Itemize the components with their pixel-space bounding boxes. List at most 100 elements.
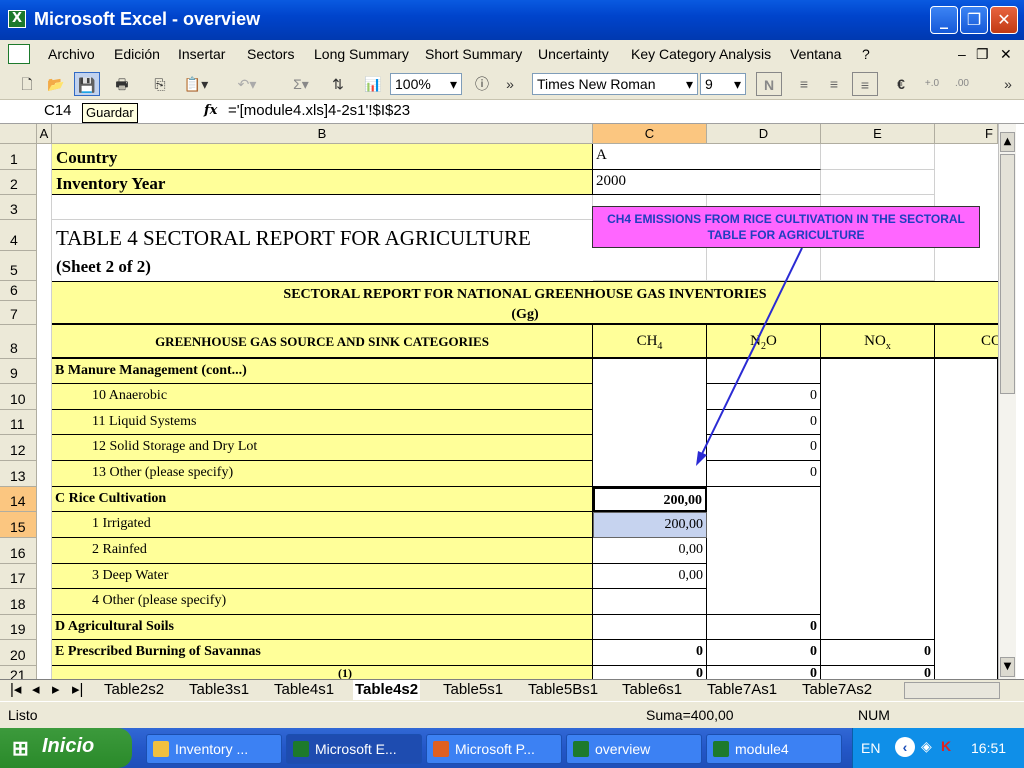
column-header-e[interactable]: E bbox=[821, 124, 935, 144]
close-button[interactable]: ✕ bbox=[990, 6, 1018, 34]
cell-c18[interactable] bbox=[593, 589, 707, 615]
cell-b13[interactable]: 13 Other (please specify) bbox=[52, 461, 593, 487]
align-right-icon[interactable]: ≡ bbox=[852, 72, 878, 96]
formula-input[interactable]: ='[module4.xls]4-2s1'!$I$23 bbox=[228, 102, 410, 119]
row-header[interactable]: 20 bbox=[0, 640, 37, 666]
row-header[interactable]: 12 bbox=[0, 435, 37, 461]
cell-b14[interactable]: C Rice Cultivation bbox=[52, 487, 593, 512]
menu-archivo[interactable]: Archivo bbox=[48, 46, 95, 62]
paste-icon[interactable]: 📋▾ bbox=[178, 72, 214, 96]
tab-table7as2[interactable]: Table7As2 bbox=[802, 680, 872, 700]
currency-icon[interactable]: € bbox=[890, 72, 912, 96]
new-icon[interactable]: 🗋 bbox=[16, 72, 38, 96]
doc-close-button[interactable]: ✕ bbox=[1000, 46, 1012, 63]
prev-sheet-icon[interactable]: ◂ bbox=[32, 680, 40, 700]
cell-d21[interactable]: 0 bbox=[707, 666, 821, 679]
horizontal-scrollbar[interactable] bbox=[904, 682, 1000, 699]
cell-b21[interactable]: (1) bbox=[52, 666, 593, 679]
menu-uncertainty[interactable]: Uncertainty bbox=[538, 46, 609, 62]
cell-c14-selected[interactable]: 200,00 bbox=[593, 487, 707, 512]
first-sheet-icon[interactable]: |◂ bbox=[10, 680, 21, 700]
menu-short-summary[interactable]: Short Summary bbox=[425, 46, 522, 62]
column-header-f[interactable]: F bbox=[935, 124, 998, 144]
help-icon[interactable]: ⓘ bbox=[470, 72, 494, 96]
row-header[interactable]: 16 bbox=[0, 538, 37, 564]
more-icon[interactable]: » bbox=[502, 72, 518, 96]
align-center-icon[interactable]: ≡ bbox=[822, 72, 846, 96]
cell-c21[interactable]: 0 bbox=[593, 666, 707, 679]
menu-help[interactable]: ? bbox=[862, 46, 870, 62]
row-header[interactable]: 5 bbox=[0, 251, 37, 281]
tab-table5bs1[interactable]: Table5Bs1 bbox=[528, 680, 598, 700]
column-header-b[interactable]: B bbox=[52, 124, 593, 144]
language-indicator[interactable]: EN bbox=[861, 740, 880, 756]
cell-b18[interactable]: 4 Other (please specify) bbox=[52, 589, 593, 615]
cell-c19[interactable] bbox=[593, 615, 707, 640]
cell-b11[interactable]: 11 Liquid Systems bbox=[52, 410, 593, 435]
column-a-cells[interactable] bbox=[37, 144, 52, 679]
row-header[interactable]: 3 bbox=[0, 195, 37, 220]
bold-icon[interactable]: N bbox=[756, 72, 782, 96]
cell-b16[interactable]: 2 Rainfed bbox=[52, 538, 593, 564]
tab-table6s1[interactable]: Table6s1 bbox=[622, 680, 682, 700]
task-microsoft-powerpoint[interactable]: Microsoft P... bbox=[426, 734, 562, 764]
antivirus-icon[interactable]: K bbox=[941, 738, 951, 754]
select-all-corner[interactable] bbox=[0, 124, 37, 144]
cell-b3[interactable] bbox=[52, 195, 593, 220]
row-header[interactable]: 21 bbox=[0, 666, 37, 679]
cell-e20[interactable]: 0 bbox=[821, 640, 935, 666]
cell-b4[interactable]: TABLE 4 SECTORAL REPORT FOR AGRICULTURE bbox=[52, 220, 593, 251]
menu-sectors[interactable]: Sectors bbox=[247, 46, 294, 62]
start-button[interactable]: ⊞ Inicio bbox=[0, 728, 132, 768]
tab-table4s2-active[interactable]: Table4s2 bbox=[353, 680, 421, 700]
row-header[interactable]: 11 bbox=[0, 410, 37, 435]
cell-b5[interactable]: (Sheet 2 of 2) bbox=[52, 251, 593, 281]
row-header[interactable]: 14 bbox=[0, 487, 37, 512]
cells-d14-d18[interactable] bbox=[707, 487, 821, 615]
font-size-select[interactable]: 9 ▾ bbox=[700, 73, 746, 95]
row-header[interactable]: 17 bbox=[0, 564, 37, 589]
cell-b17[interactable]: 3 Deep Water bbox=[52, 564, 593, 589]
row-header[interactable]: 8 bbox=[0, 325, 37, 359]
cell-b9[interactable]: B Manure Management (cont...) bbox=[52, 359, 593, 384]
task-overview[interactable]: overview bbox=[566, 734, 702, 764]
row-header[interactable]: 10 bbox=[0, 384, 37, 410]
maximize-button[interactable]: ❐ bbox=[960, 6, 988, 34]
scrollbar-thumb[interactable] bbox=[1000, 154, 1015, 394]
scroll-up-arrow-icon[interactable]: ▲ bbox=[1000, 132, 1015, 152]
save-icon[interactable]: 💾 bbox=[74, 72, 100, 96]
last-sheet-icon[interactable]: ▸| bbox=[72, 680, 83, 700]
excel-icon[interactable]: X bbox=[8, 10, 26, 28]
zoom-select[interactable]: 100% ▾ bbox=[390, 73, 462, 95]
cell-b10[interactable]: 10 Anaerobic bbox=[52, 384, 593, 410]
row-header[interactable]: 15 bbox=[0, 512, 37, 538]
column-header-a[interactable]: A bbox=[37, 124, 52, 144]
print-icon[interactable]: 🖶 bbox=[110, 72, 134, 96]
cell-c17[interactable]: 0,00 bbox=[593, 564, 707, 589]
undo-icon[interactable]: ↶▾ bbox=[230, 72, 264, 96]
column-header-c[interactable]: C bbox=[593, 124, 707, 144]
menu-long-summary[interactable]: Long Summary bbox=[314, 46, 409, 62]
cell-e1[interactable] bbox=[821, 144, 935, 170]
fx-icon[interactable]: fx bbox=[204, 103, 217, 118]
task-module4[interactable]: module4 bbox=[706, 734, 842, 764]
more-icon-2[interactable]: » bbox=[1000, 72, 1016, 96]
open-icon[interactable]: 📂 bbox=[44, 72, 68, 96]
increase-decimal-icon[interactable]: +.0 bbox=[918, 72, 946, 96]
cell-b8[interactable]: GREENHOUSE GAS SOURCE AND SINK CATEGORIE… bbox=[52, 325, 593, 359]
cell-b1[interactable]: Country bbox=[52, 144, 593, 170]
nox-header[interactable]: NOx bbox=[821, 325, 935, 359]
row-header[interactable]: 1 bbox=[0, 144, 37, 170]
row-header[interactable]: 4 bbox=[0, 220, 37, 251]
decrease-decimal-icon[interactable]: .00 bbox=[948, 72, 976, 96]
next-sheet-icon[interactable]: ▸ bbox=[52, 680, 60, 700]
minimize-button[interactable]: _ bbox=[930, 6, 958, 34]
cell-c2[interactable]: 2000 bbox=[593, 170, 821, 195]
cell-c1[interactable]: A bbox=[593, 144, 821, 170]
task-inventory[interactable]: Inventory ... bbox=[146, 734, 282, 764]
cell-d20[interactable]: 0 bbox=[707, 640, 821, 666]
menu-key-category-analysis[interactable]: Key Category Analysis bbox=[631, 46, 771, 62]
vertical-scrollbar[interactable]: ▲ ▼ bbox=[998, 124, 1016, 679]
cell-b19[interactable]: D Agricultural Soils bbox=[52, 615, 593, 640]
autosum-icon[interactable]: Σ▾ bbox=[284, 72, 318, 96]
